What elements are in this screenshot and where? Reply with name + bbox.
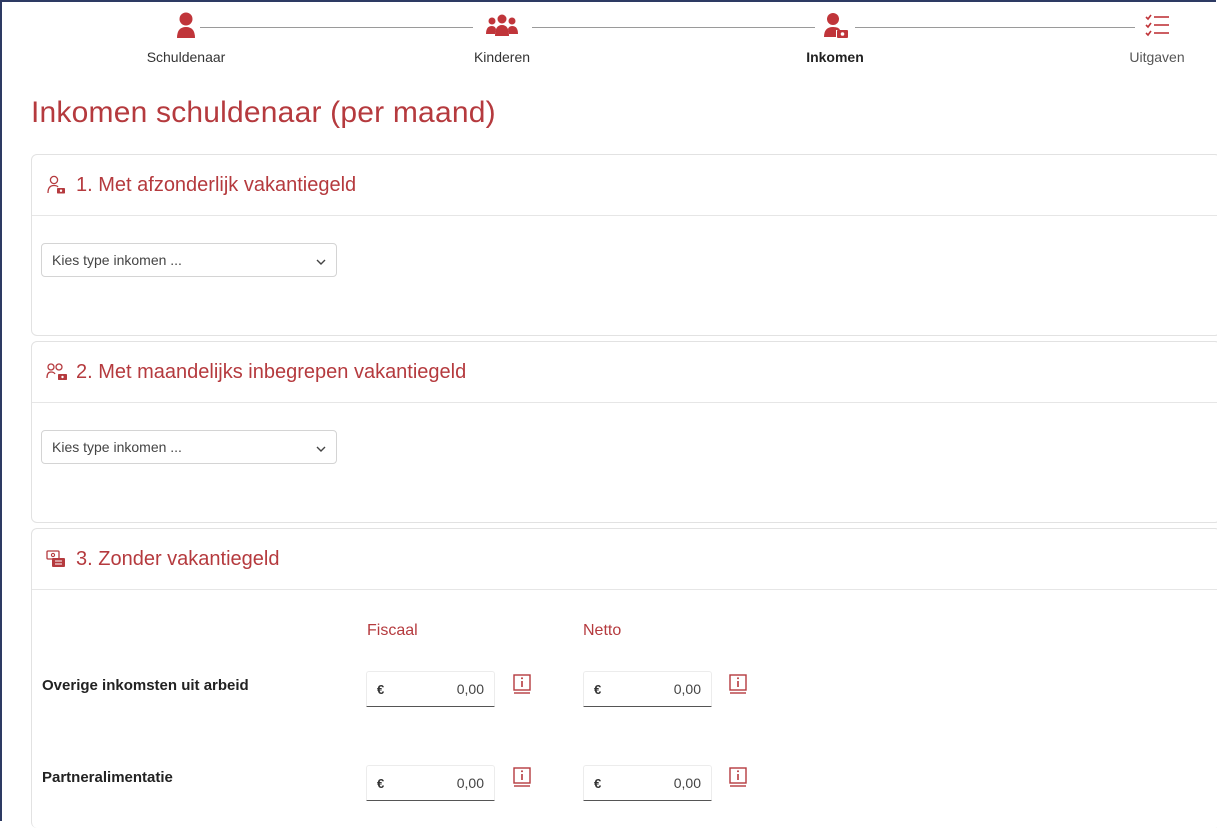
step-label: Schuldenaar bbox=[146, 49, 226, 65]
select-placeholder: Kies type inkomen ... bbox=[52, 439, 182, 455]
step-label: Kinderen bbox=[473, 49, 531, 65]
income-type-select[interactable]: Kies type inkomen ... bbox=[41, 243, 337, 277]
currency-symbol: € bbox=[377, 775, 385, 791]
step-label: Inkomen bbox=[806, 49, 864, 65]
column-header-netto: Netto bbox=[583, 622, 622, 639]
people-group-icon bbox=[422, 10, 582, 40]
section-header: 1. Met afzonderlijk vakantiegeld bbox=[32, 155, 1217, 216]
chevron-down-icon bbox=[316, 439, 326, 455]
row-label-overige-inkomsten: Overige inkomsten uit arbeid bbox=[42, 677, 249, 694]
amount-value: 0,00 bbox=[673, 775, 701, 791]
person-money-outline-icon bbox=[46, 174, 68, 196]
fiscaal-amount-input[interactable]: € 0,00 bbox=[366, 671, 495, 707]
section-header: 2. Met maandelijks inbegrepen vakantiege… bbox=[32, 342, 1217, 403]
section-title: 1. Met afzonderlijk vakantiegeld bbox=[76, 173, 357, 196]
info-icon[interactable] bbox=[513, 674, 531, 694]
section-header: 3. Zonder vakantiegeld bbox=[32, 529, 1217, 590]
step-inkomen[interactable]: Inkomen bbox=[755, 10, 915, 65]
column-header-fiscaal: Fiscaal bbox=[367, 622, 418, 639]
select-placeholder: Kies type inkomen ... bbox=[52, 252, 182, 268]
step-label: Uitgaven bbox=[1129, 49, 1185, 65]
people-money-outline-icon bbox=[46, 361, 68, 383]
currency-symbol: € bbox=[377, 681, 385, 697]
progress-stepper: Schuldenaar Kinderen Inkomen Uitgaven bbox=[0, 0, 1217, 80]
page-title: Inkomen schuldenaar (per maand) bbox=[31, 96, 496, 129]
person-icon bbox=[106, 10, 266, 40]
info-icon[interactable] bbox=[729, 674, 747, 694]
section-title: 3. Zonder vakantiegeld bbox=[76, 547, 280, 570]
netto-amount-input[interactable]: € 0,00 bbox=[583, 671, 712, 707]
section-card-3: 3. Zonder vakantiegeld Fiscaal Netto Ove… bbox=[31, 528, 1217, 828]
amount-value: 0,00 bbox=[456, 775, 484, 791]
amount-value: 0,00 bbox=[456, 681, 484, 697]
currency-symbol: € bbox=[594, 775, 602, 791]
section-title: 2. Met maandelijks inbegrepen vakantiege… bbox=[76, 360, 467, 383]
chevron-down-icon bbox=[316, 252, 326, 268]
info-icon[interactable] bbox=[729, 767, 747, 787]
currency-symbol: € bbox=[594, 681, 602, 697]
money-bills-icon bbox=[46, 548, 68, 570]
section-card-2: 2. Met maandelijks inbegrepen vakantiege… bbox=[31, 341, 1217, 523]
section-card-1: 1. Met afzonderlijk vakantiegeld Kies ty… bbox=[31, 154, 1217, 336]
step-uitgaven[interactable]: Uitgaven bbox=[1077, 10, 1217, 65]
netto-amount-input[interactable]: € 0,00 bbox=[583, 765, 712, 801]
fiscaal-amount-input[interactable]: € 0,00 bbox=[366, 765, 495, 801]
person-money-icon bbox=[755, 10, 915, 40]
info-icon[interactable] bbox=[513, 767, 531, 787]
step-schuldenaar[interactable]: Schuldenaar bbox=[106, 10, 266, 65]
income-type-select[interactable]: Kies type inkomen ... bbox=[41, 430, 337, 464]
amount-value: 0,00 bbox=[673, 681, 701, 697]
step-kinderen[interactable]: Kinderen bbox=[422, 10, 582, 65]
checklist-icon bbox=[1077, 10, 1217, 40]
row-label-partneralimentatie: Partneralimentatie bbox=[42, 769, 173, 786]
